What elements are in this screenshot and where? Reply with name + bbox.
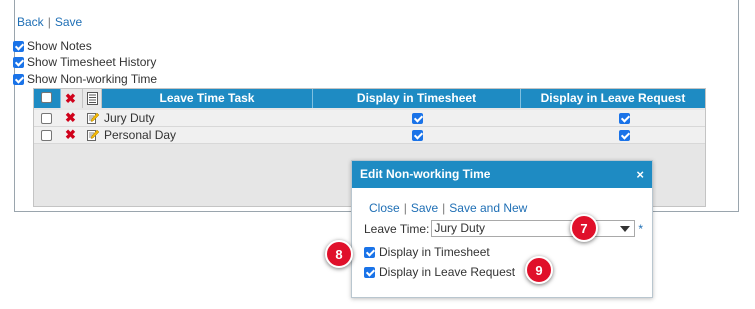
row-delete-cell: ✖ xyxy=(65,110,76,126)
row-timesheet-cell xyxy=(412,127,423,143)
show-notes-checkbox[interactable] xyxy=(13,40,24,52)
delete-x-icon[interactable]: ✖ xyxy=(65,111,76,124)
chevron-down-icon[interactable] xyxy=(620,226,631,232)
display-in-leave-request-checkbox[interactable] xyxy=(619,129,630,141)
display-in-leave-request-option[interactable]: Display in Leave Request xyxy=(364,265,515,279)
edit-pencil-icon[interactable] xyxy=(87,129,99,141)
header-leave-time-task[interactable]: Leave Time Task xyxy=(102,89,313,108)
dialog-display-in-leave-request-checkbox[interactable] xyxy=(364,266,375,278)
top-nav: Back | Save xyxy=(17,15,82,29)
save-and-new-link[interactable]: Save and New xyxy=(449,201,527,215)
display-in-timesheet-checkbox[interactable] xyxy=(412,112,423,124)
delete-x-icon[interactable]: ✖ xyxy=(65,92,76,105)
row-select-cell xyxy=(41,110,52,126)
row-leave-request-cell xyxy=(619,110,630,126)
select-all-checkbox[interactable] xyxy=(41,92,52,103)
leave-time-select[interactable]: Jury Duty xyxy=(431,220,636,237)
nav-separator: | xyxy=(47,15,51,29)
row-task-name: Jury Duty xyxy=(104,111,155,125)
show-non-working-time-option[interactable]: Show Non-working Time xyxy=(13,72,157,86)
row-delete-cell: ✖ xyxy=(65,127,76,143)
show-timesheet-history-option[interactable]: Show Timesheet History xyxy=(13,55,156,69)
leave-time-label: Leave Time: xyxy=(364,221,430,236)
row-timesheet-cell xyxy=(412,110,423,126)
dialog-display-in-timesheet-checkbox[interactable] xyxy=(364,246,375,258)
table-row: ✖ Jury Duty xyxy=(34,110,705,127)
dialog-display-in-timesheet-label: Display in Timesheet xyxy=(379,245,490,259)
delete-x-icon[interactable]: ✖ xyxy=(65,128,76,141)
row-leave-request-cell xyxy=(619,127,630,143)
header-display-in-leave-request[interactable]: Display in Leave Request xyxy=(521,89,705,108)
grid-header: ✖ Leave Time Task Display in Timesheet D… xyxy=(34,89,705,108)
back-link[interactable]: Back xyxy=(17,15,44,29)
callout-badge-8: 8 xyxy=(325,240,353,268)
dialog-actions: Close | Save | Save and New xyxy=(369,201,527,215)
leave-time-field: Leave Time: Jury Duty * xyxy=(364,220,643,237)
close-link[interactable]: Close xyxy=(369,201,400,215)
leave-time-value: Jury Duty xyxy=(434,221,486,235)
row-select-checkbox[interactable] xyxy=(41,112,52,124)
edit-pencil-icon[interactable] xyxy=(87,112,99,124)
header-display-in-timesheet[interactable]: Display in Timesheet xyxy=(313,89,521,108)
row-select-cell xyxy=(41,127,52,143)
save-link[interactable]: Save xyxy=(55,15,82,29)
header-delete-cell: ✖ xyxy=(61,89,83,108)
close-icon[interactable]: × xyxy=(636,161,644,188)
show-non-working-time-checkbox[interactable] xyxy=(13,73,24,85)
display-in-leave-request-checkbox[interactable] xyxy=(619,112,630,124)
table-row: ✖ Personal Day xyxy=(34,127,705,144)
edit-non-working-time-dialog: Edit Non-working Time × Close | Save | Save … xyxy=(351,160,653,298)
row-select-checkbox[interactable] xyxy=(41,129,52,141)
column-list-icon[interactable] xyxy=(87,92,98,105)
action-separator: | xyxy=(442,201,446,215)
dialog-display-in-leave-request-label: Display in Leave Request xyxy=(379,265,516,279)
show-timesheet-history-checkbox[interactable] xyxy=(13,56,24,68)
dialog-title-bar: Edit Non-working Time × xyxy=(352,161,652,188)
row-task-name: Personal Day xyxy=(104,128,177,142)
header-select-cell xyxy=(34,89,61,108)
required-marker: * xyxy=(638,221,644,236)
dialog-title: Edit Non-working Time xyxy=(360,167,491,181)
show-notes-option[interactable]: Show Notes xyxy=(13,39,92,53)
row-edit-cell xyxy=(87,127,99,143)
show-timesheet-history-label: Show Timesheet History xyxy=(27,55,157,69)
display-in-timesheet-checkbox[interactable] xyxy=(412,129,423,141)
callout-badge-9: 9 xyxy=(525,256,553,284)
dialog-save-link[interactable]: Save xyxy=(411,201,438,215)
display-in-timesheet-option[interactable]: Display in Timesheet xyxy=(364,245,490,259)
header-columns-cell xyxy=(83,89,102,108)
show-notes-label: Show Notes xyxy=(27,39,92,53)
action-separator: | xyxy=(403,201,407,215)
show-non-working-time-label: Show Non-working Time xyxy=(27,72,158,86)
row-edit-cell xyxy=(87,110,99,126)
callout-badge-7: 7 xyxy=(570,214,598,242)
